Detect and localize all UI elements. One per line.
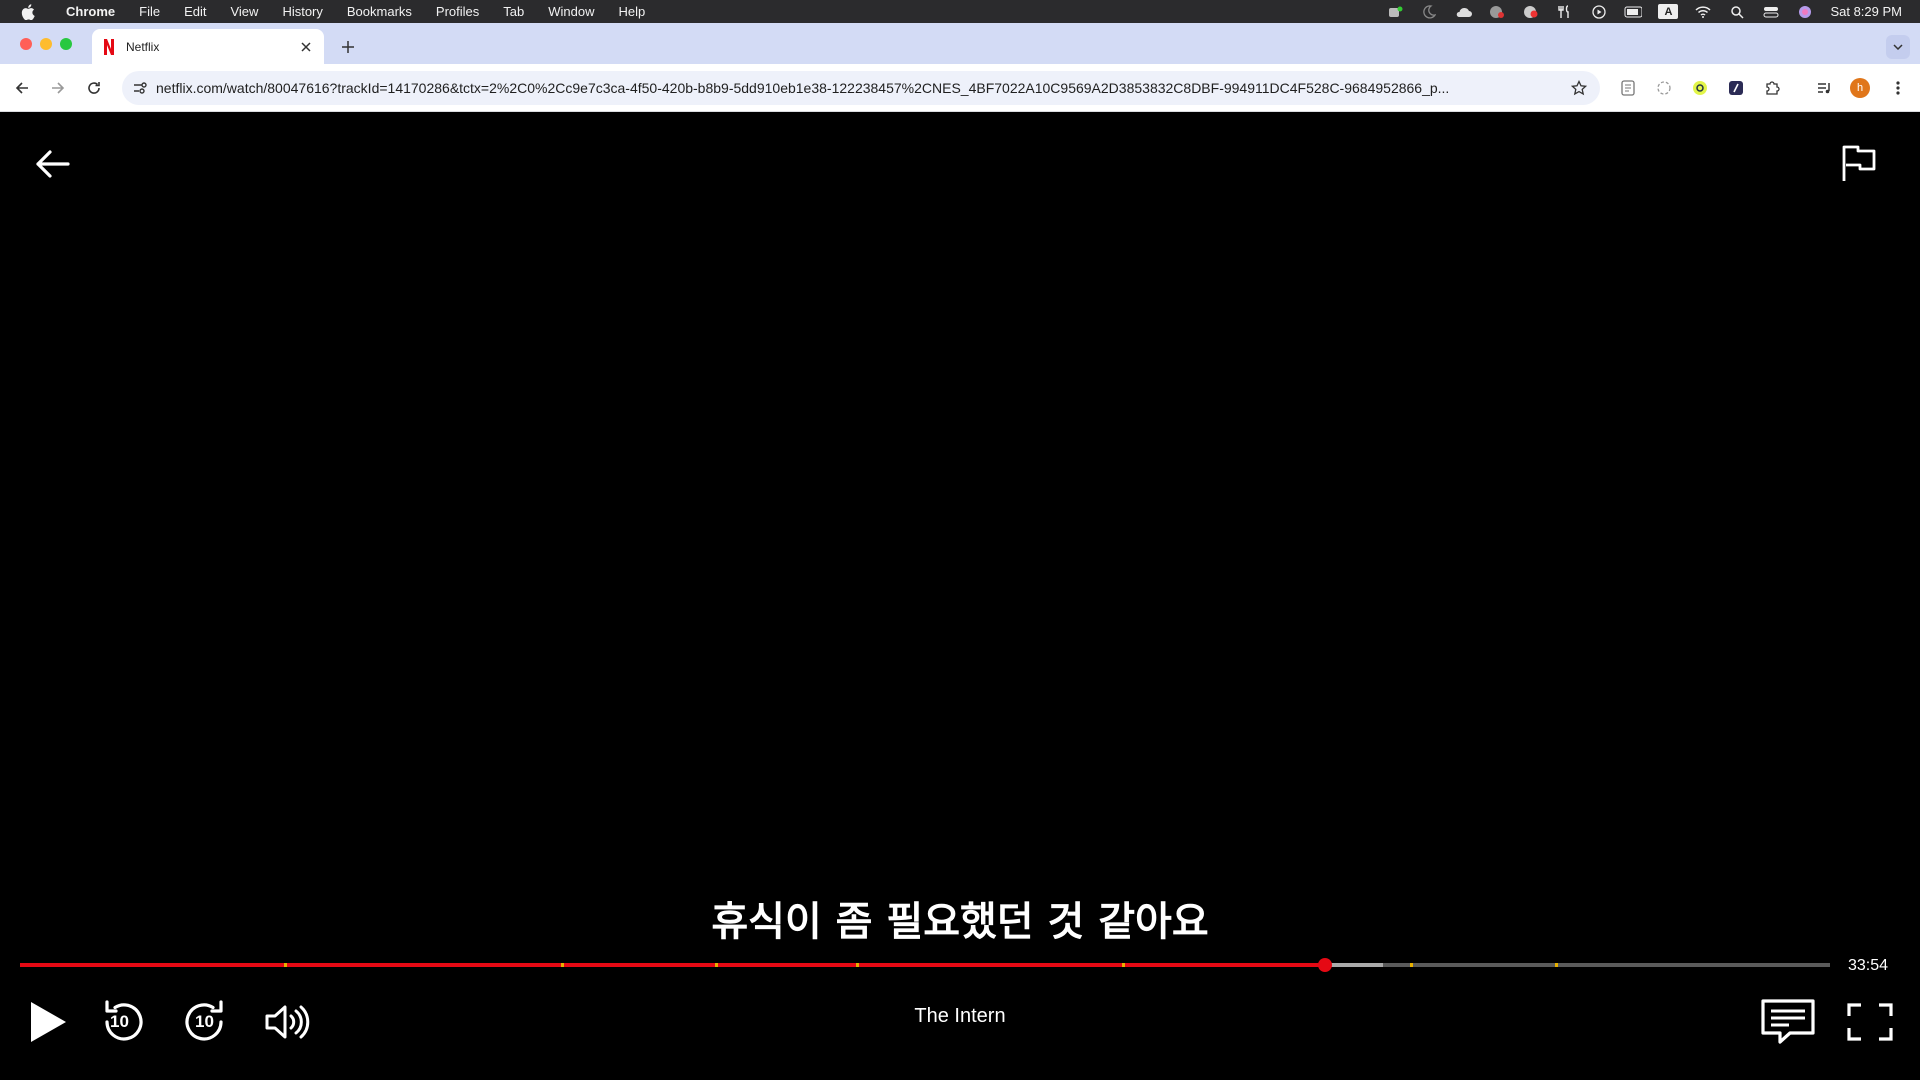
address-bar[interactable]: netflix.com/watch/80047616?trackId=14170…	[122, 71, 1600, 105]
menubar-clock[interactable]: Sat 8:29 PM	[1830, 4, 1902, 19]
extension-pen-icon[interactable]	[1724, 76, 1748, 100]
chrome-menu-icon[interactable]	[1886, 76, 1910, 100]
menu-file[interactable]: File	[127, 0, 172, 23]
site-info-icon[interactable]	[130, 78, 150, 98]
reload-button[interactable]	[82, 76, 106, 100]
siri-icon[interactable]	[1796, 5, 1814, 19]
media-control-icon[interactable]	[1812, 76, 1836, 100]
chapter-marker	[856, 963, 860, 967]
forward-nav-button[interactable]	[46, 76, 70, 100]
time-remaining: 33:54	[1848, 957, 1889, 974]
globe-icon[interactable]	[1488, 5, 1506, 19]
apple-icon[interactable]	[20, 3, 36, 20]
menu-tab[interactable]: Tab	[491, 0, 536, 23]
menu-bookmarks[interactable]: Bookmarks	[335, 0, 424, 23]
chapter-marker	[1122, 963, 1126, 967]
subtitle-text: 휴식이 좀 필요했던 것 같아요	[711, 899, 1209, 945]
extension-circle-icon[interactable]	[1652, 76, 1676, 100]
fork-knife-icon[interactable]	[1556, 4, 1574, 19]
extension-at-icon[interactable]	[1688, 76, 1712, 100]
profile-avatar[interactable]: h	[1848, 76, 1872, 100]
menu-window[interactable]: Window	[536, 0, 606, 23]
extensions-puzzle-icon[interactable]	[1760, 76, 1784, 100]
chapter-marker	[1410, 963, 1414, 967]
video-title: The Intern	[914, 1005, 1006, 1027]
bookmark-star-icon[interactable]	[1568, 77, 1590, 99]
chapter-marker	[1554, 963, 1558, 967]
timeline-scrubber[interactable]	[20, 955, 1830, 975]
new-tab-button[interactable]	[336, 35, 360, 59]
subtitles-audio-button[interactable]	[1758, 992, 1818, 1052]
menu-app-chrome[interactable]: Chrome	[54, 0, 127, 23]
chapter-marker	[284, 963, 288, 967]
menu-help[interactable]: Help	[607, 0, 658, 23]
wifi-icon[interactable]	[1694, 5, 1712, 19]
input-source-indicator[interactable]: A	[1658, 4, 1679, 19]
menu-history[interactable]: History	[270, 0, 334, 23]
browser-tabstrip: Netflix	[0, 23, 1920, 64]
fullscreen-button[interactable]	[1840, 992, 1900, 1052]
timeline-knob[interactable]	[1318, 958, 1332, 972]
reader-extension-icon[interactable]	[1616, 76, 1640, 100]
url-text[interactable]: netflix.com/watch/80047616?trackId=14170…	[156, 80, 1556, 96]
profile-initial: h	[1856, 82, 1864, 94]
cloud-sync-icon[interactable]	[1454, 5, 1473, 19]
video-player[interactable]: 휴식이 좀 필요했던 것 같아요 33:54 10 10 The Intern	[0, 112, 1920, 1080]
report-problem-flag-icon[interactable]	[1836, 139, 1884, 187]
browser-toolbar: netflix.com/watch/80047616?trackId=14170…	[0, 64, 1920, 112]
timeline-played	[20, 963, 1325, 967]
menu-profiles[interactable]: Profiles	[424, 0, 491, 23]
macos-menubar: Chrome File Edit View History Bookmarks …	[0, 0, 1920, 23]
zoom-window-button[interactable]	[60, 38, 72, 50]
close-tab-icon[interactable]	[298, 39, 314, 55]
tab-search-button[interactable]	[1886, 35, 1910, 59]
menu-edit[interactable]: Edit	[172, 0, 218, 23]
battery-icon[interactable]	[1624, 5, 1643, 19]
minimize-window-button[interactable]	[40, 38, 52, 50]
chapter-marker	[561, 963, 565, 967]
chapter-marker	[715, 963, 719, 967]
close-window-button[interactable]	[20, 38, 32, 50]
window-controls	[20, 38, 72, 50]
play-circle-icon[interactable]	[1590, 4, 1608, 19]
control-center-icon[interactable]	[1762, 5, 1780, 19]
menu-view[interactable]: View	[218, 0, 270, 23]
back-nav-button[interactable]	[10, 76, 34, 100]
netflix-favicon-icon	[102, 38, 116, 55]
teams-status-icon[interactable]	[1386, 5, 1404, 19]
notification-app-icon[interactable]	[1522, 5, 1540, 19]
spotlight-search-icon[interactable]	[1728, 5, 1746, 19]
moon-icon[interactable]	[1420, 4, 1438, 19]
back-to-browse-button[interactable]	[30, 142, 74, 186]
tab-title: Netflix	[126, 39, 160, 54]
tab-netflix[interactable]: Netflix	[92, 29, 324, 64]
